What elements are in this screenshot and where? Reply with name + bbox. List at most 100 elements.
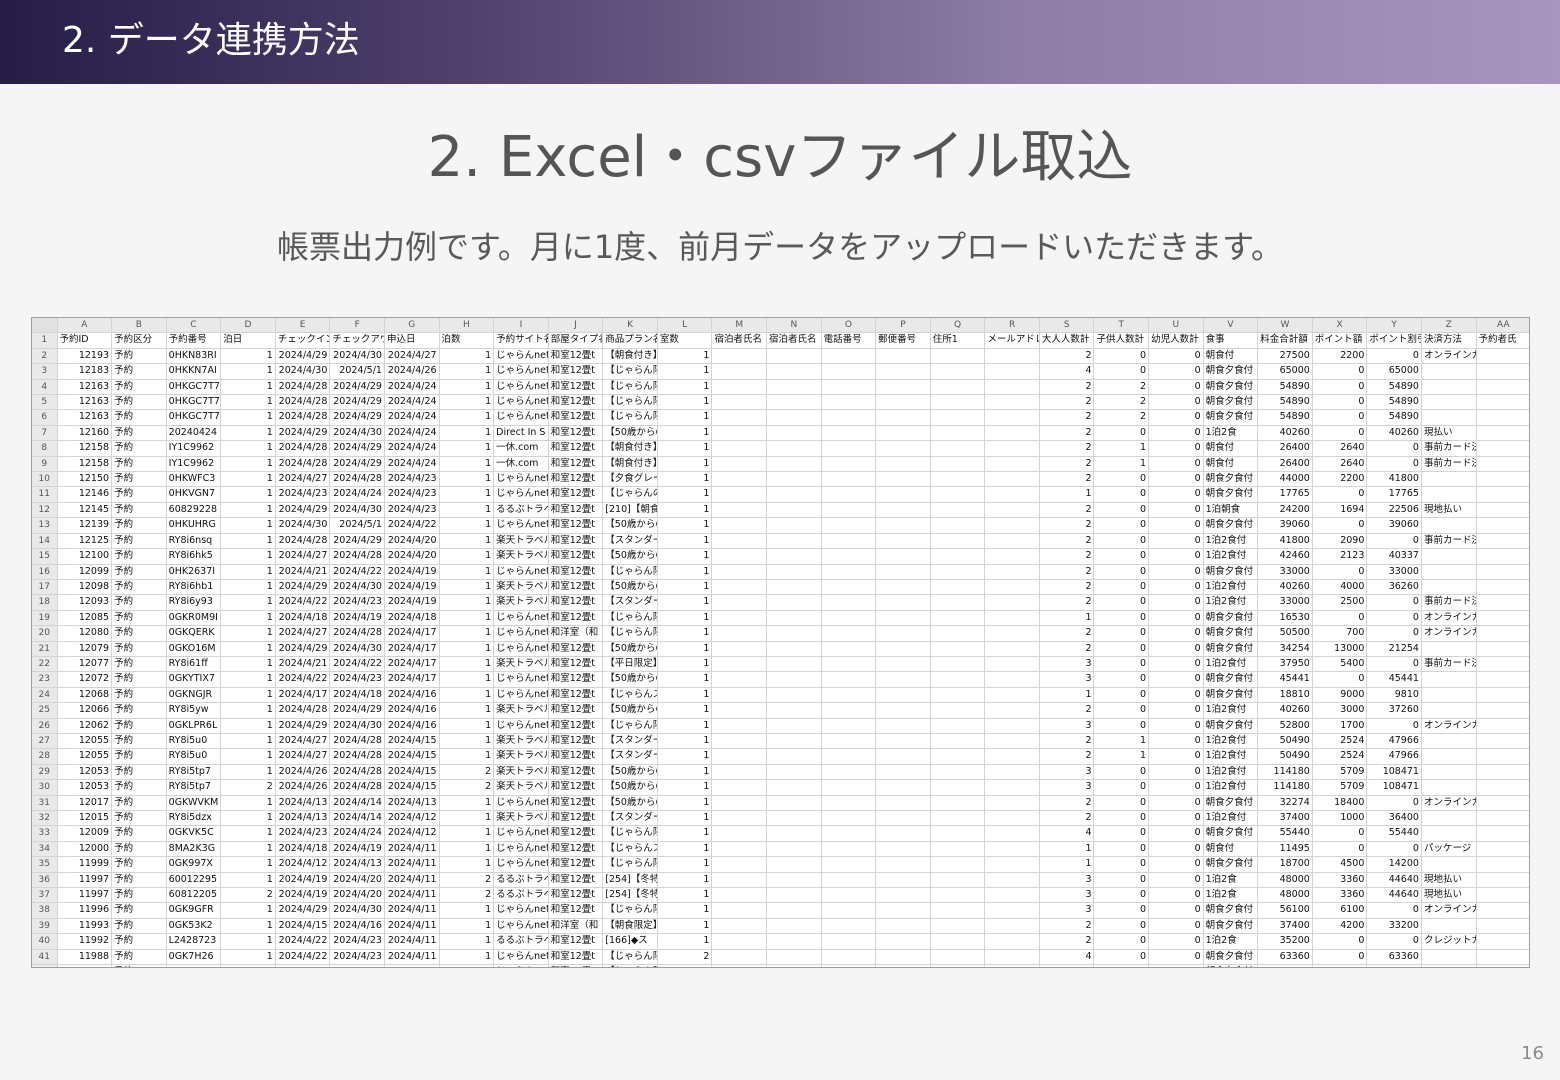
table-cell[interactable]	[984, 887, 1040, 904]
table-cell[interactable]	[711, 795, 768, 812]
table-cell[interactable]: 3	[1039, 656, 1095, 673]
table-cell[interactable]: 0GK53K2	[166, 918, 222, 935]
table-cell[interactable]	[711, 902, 768, 919]
table-cell[interactable]: 朝食夕食付	[1203, 379, 1259, 396]
table-cell[interactable]: 0	[1148, 795, 1204, 812]
table-cell[interactable]: [210]【朝食	[602, 502, 658, 519]
row-number[interactable]: 20	[32, 625, 58, 642]
field-header-cell[interactable]: 予約者氏	[1476, 332, 1529, 349]
table-cell[interactable]: 12100	[57, 548, 113, 565]
table-cell[interactable]: 0	[1366, 440, 1422, 457]
row-number[interactable]: 28	[32, 748, 58, 765]
table-cell[interactable]: 和室12畳t	[548, 425, 604, 442]
table-cell[interactable]: 和室12畳t	[548, 379, 604, 396]
table-cell[interactable]: 1	[439, 502, 495, 519]
table-cell[interactable]: 36400	[1366, 810, 1422, 827]
table-cell[interactable]	[930, 856, 986, 873]
table-cell[interactable]: 0	[1366, 841, 1422, 858]
table-cell[interactable]: パッケージ	[1421, 841, 1477, 858]
table-cell[interactable]: 現地払い	[1421, 887, 1477, 904]
table-cell[interactable]: 65000	[1366, 363, 1422, 380]
table-cell[interactable]	[821, 918, 877, 935]
table-cell[interactable]: 12072	[57, 671, 113, 688]
table-cell[interactable]: [166]◆ス	[602, 933, 658, 950]
table-cell[interactable]: 26400	[1257, 440, 1313, 457]
table-cell[interactable]	[711, 502, 768, 519]
table-cell[interactable]	[1476, 502, 1529, 519]
table-cell[interactable]	[1476, 564, 1529, 580]
table-cell[interactable]: 1	[220, 394, 276, 411]
table-cell[interactable]	[766, 456, 822, 473]
table-cell[interactable]: 1	[220, 409, 276, 426]
table-cell[interactable]	[984, 471, 1040, 488]
table-cell[interactable]: 2024/4/19	[275, 872, 331, 889]
table-cell[interactable]: 事前カード決済	[1421, 533, 1477, 550]
table-cell[interactable]: 2	[1039, 440, 1095, 457]
table-cell[interactable]	[875, 887, 931, 904]
table-cell[interactable]: 1	[439, 702, 495, 719]
table-cell[interactable]: 0	[1312, 394, 1368, 411]
table-cell[interactable]	[1476, 656, 1529, 673]
table-cell[interactable]: 3360	[1312, 872, 1368, 889]
table-cell[interactable]: 1	[439, 810, 495, 827]
table-cell[interactable]	[821, 363, 877, 380]
table-cell[interactable]: 35200	[1257, 933, 1313, 950]
column-letter-h[interactable]: H	[439, 318, 495, 334]
table-cell[interactable]	[711, 625, 768, 642]
table-cell[interactable]: 【じゃらんスペ	[602, 841, 658, 858]
table-cell[interactable]: 朝食付	[1203, 440, 1259, 457]
table-cell[interactable]: 予約	[111, 841, 167, 858]
table-cell[interactable]	[766, 949, 822, 966]
table-cell[interactable]: 2024/4/11	[384, 964, 440, 967]
table-cell[interactable]: 2	[1039, 933, 1095, 950]
table-cell[interactable]: 3	[1039, 718, 1095, 734]
table-cell[interactable]: 1	[220, 718, 276, 734]
table-cell[interactable]: RY8i5u0	[166, 748, 222, 765]
table-cell[interactable]: じゃらんnet	[493, 379, 549, 396]
table-cell[interactable]: 2024/4/30	[329, 502, 385, 519]
table-cell[interactable]: 和室12畳t	[548, 671, 604, 688]
table-cell[interactable]: 予約	[111, 702, 167, 719]
table-cell[interactable]: 1	[657, 779, 713, 796]
table-cell[interactable]: 1泊朝食	[1203, 502, 1259, 519]
table-cell[interactable]	[984, 502, 1040, 519]
table-cell[interactable]: 和室12畳t	[548, 856, 604, 873]
table-cell[interactable]: 1	[1039, 841, 1095, 858]
table-cell[interactable]: 和室12畳t	[548, 748, 604, 765]
table-cell[interactable]: 1	[439, 610, 495, 627]
table-cell[interactable]: 0	[1148, 671, 1204, 688]
table-cell[interactable]: 0	[1148, 409, 1204, 426]
table-cell[interactable]: 2	[1039, 517, 1095, 534]
table-cell[interactable]: 1	[657, 471, 713, 488]
table-cell[interactable]	[930, 779, 986, 796]
field-header-cell[interactable]: ポイント割引後	[1366, 332, 1422, 349]
table-cell[interactable]	[821, 872, 877, 889]
table-cell[interactable]	[821, 779, 877, 796]
table-cell[interactable]: 2	[1039, 394, 1095, 411]
table-cell[interactable]: 2024/4/27	[275, 548, 331, 565]
table-cell[interactable]	[1476, 517, 1529, 534]
table-cell[interactable]: 0HKN83RI	[166, 348, 222, 365]
table-cell[interactable]: 2024/4/23	[384, 502, 440, 519]
table-cell[interactable]: 2024/4/22	[275, 671, 331, 688]
table-cell[interactable]: 1	[439, 795, 495, 812]
table-cell[interactable]	[766, 656, 822, 673]
column-letter-s[interactable]: S	[1039, 318, 1095, 334]
table-cell[interactable]	[821, 486, 877, 503]
table-cell[interactable]: 0GK7H26	[166, 949, 222, 966]
row-number[interactable]: 40	[32, 933, 58, 950]
table-cell[interactable]	[766, 872, 822, 889]
row-number[interactable]: 37	[32, 887, 58, 904]
table-cell[interactable]: 朝食付	[1203, 348, 1259, 365]
table-cell[interactable]: 2024/4/24	[384, 440, 440, 457]
table-cell[interactable]: 2024/4/22	[329, 564, 385, 580]
table-cell[interactable]	[930, 440, 986, 457]
table-cell[interactable]: 18810	[1257, 687, 1313, 704]
table-cell[interactable]	[821, 625, 877, 642]
table-cell[interactable]	[821, 841, 877, 858]
table-cell[interactable]: RY8i6hk5	[166, 548, 222, 565]
table-cell[interactable]: 2	[1039, 379, 1095, 396]
table-cell[interactable]: 0	[1093, 425, 1150, 442]
table-cell[interactable]: 【朝食付き】	[602, 348, 658, 365]
table-cell[interactable]: 1	[657, 440, 713, 457]
